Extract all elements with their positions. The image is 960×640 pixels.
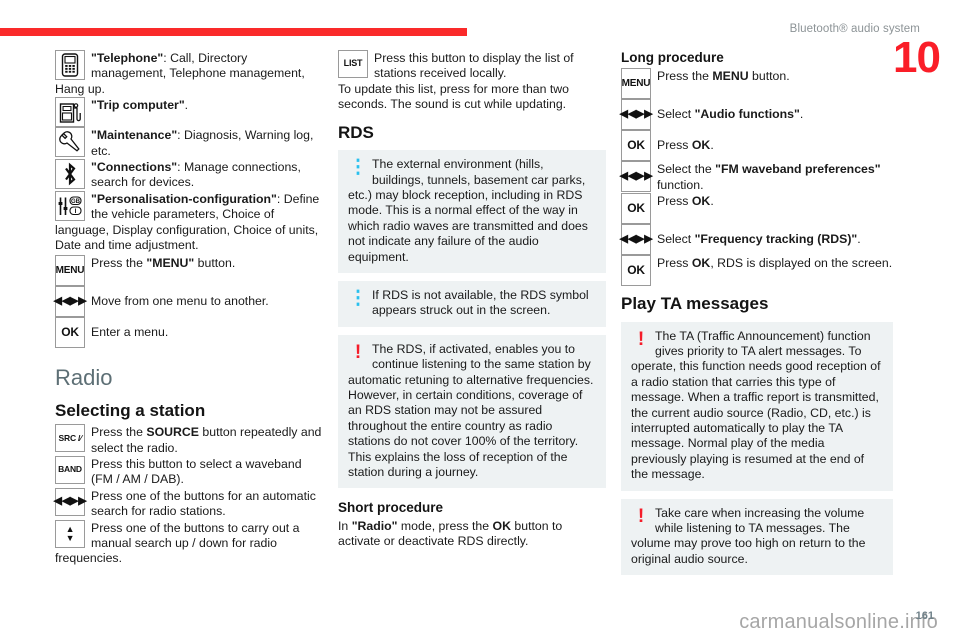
note-rds-warning-text: The RDS, if activated, enables you to co… (348, 341, 594, 480)
menu-item-connections-text: "Connections": Manage connections, searc… (91, 160, 301, 190)
maintenance-wrench-icon (55, 127, 85, 158)
key-row-long-seek-audio: ◀◀▶▶ Select "Audio functions". (619, 99, 893, 131)
chapter-number: 10 (893, 33, 941, 82)
key-row-long-menu-text: Press the MENU button. (657, 69, 790, 84)
key-row-manual-search-text: Press one of the buttons to carry out a … (91, 520, 300, 551)
key-row-long-ok-2: OK Press OK. (621, 193, 893, 224)
list-key[interactable]: LIST (338, 50, 368, 78)
list-runon-text: To update this list, press for more than… (338, 81, 570, 112)
heading-rds: RDS (338, 122, 374, 142)
key-row-long-ok-1-text: Press OK. (657, 138, 714, 153)
svg-text:GB: GB (71, 199, 81, 205)
key-row-menu: MENU Press the "MENU" button. (55, 255, 323, 287)
heading-short-procedure: Short procedure (338, 500, 444, 516)
telephone-icon (55, 50, 85, 80)
note-rds-unavailable-text: If RDS is not available, the RDS symbol … (372, 288, 589, 318)
personalisation-configuration-icon: GB I (55, 190, 85, 221)
warning-icon: ! (354, 341, 362, 363)
key-row-ok: OK Enter a menu. (55, 317, 323, 349)
key-row-long-seek-fm: ◀◀▶▶ Select the "FM waveband preferences… (619, 161, 893, 193)
note-ta-volume-text: Take care when increasing the volume whi… (631, 505, 866, 566)
header-rule (0, 28, 467, 36)
ok-key[interactable]: OK (621, 193, 651, 224)
key-row-long-menu: MENU Press the MENU button. (621, 68, 893, 100)
warning-icon: ! (637, 328, 645, 350)
key-row-long-seek-audio-text: Select "Audio functions". (657, 107, 804, 122)
note-ta-function: ! The TA (Traffic Announcement) function… (621, 321, 893, 491)
menu-item-trip-computer: "Trip computer". (55, 97, 323, 128)
key-row-long-ok-2-text: Press OK. (657, 194, 714, 208)
column-middle: LIST Press this button to display the li… (338, 50, 606, 549)
frequencies-runon-text: frequencies. (55, 551, 122, 566)
note-ta-volume: ! Take care when increasing the volume w… (621, 498, 893, 576)
heading-selecting-a-station: Selecting a station (55, 400, 206, 420)
key-row-manual-search: ▲ ▼ Press one of the buttons to carry ou… (55, 519, 323, 552)
key-row-long-ok-1: OK Press OK. (621, 130, 893, 162)
key-row-list-text: Press this button to display the list of… (374, 51, 574, 81)
page-title-radio: Radio (55, 365, 113, 391)
note-rds-warning: ! The RDS, if activated, enables you to … (338, 334, 606, 489)
heading-play-ta-messages: Play TA messages (621, 294, 769, 313)
menu-item-maintenance-text: "Maintenance": Diagnosis, Warning log, e… (91, 128, 314, 158)
key-row-long-seek-fm-text: Select the "FM waveband preferences" fun… (657, 162, 881, 192)
ok-key[interactable]: OK (621, 130, 651, 162)
watermark: carmanualsonline.info (739, 611, 938, 633)
seek-key[interactable]: ◀◀▶▶ (619, 161, 653, 193)
column-left: "Telephone": Call, Directory management,… (53, 50, 323, 567)
menu-item-trip-computer-text: "Trip computer". (91, 98, 189, 113)
seek-key[interactable]: ◀◀▶▶ (619, 224, 653, 255)
svg-text:I: I (75, 208, 77, 215)
key-row-list: LIST Press this button to display the li… (338, 50, 606, 82)
key-row-long-ok-3-text: Press OK, RDS is displayed on the screen… (657, 256, 893, 270)
manual-page: Bluetooth® audio system 10 "Telephone": … (0, 0, 960, 640)
note-ta-function-text: The TA (Traffic Announcement) function g… (631, 328, 881, 482)
short-procedure-text: In "Radio" mode, press the OK button to … (338, 518, 563, 549)
menu-item-personalisation-text: "Personalisation-configuration": Define … (91, 191, 320, 222)
auto-search-key[interactable]: ◀◀▶▶ (53, 487, 87, 516)
note-rds-environment: ⋮ The external environment (hills, build… (338, 150, 606, 274)
ok-key[interactable]: OK (55, 317, 85, 349)
heading-long-procedure: Long procedure (621, 50, 724, 65)
key-row-long-ok-3: OK Press OK, RDS is displayed on the scr… (621, 255, 893, 286)
personalisation-runon-text: language, Display configuration, Choice … (55, 222, 319, 253)
menu-item-telephone-text: "Telephone": Call, Directory management,… (91, 51, 305, 81)
key-row-long-seek-freq-text: Select "Frequency tracking (RDS)". (657, 232, 861, 246)
telephone-runon-text: Hang up. (55, 81, 105, 96)
ok-key[interactable]: OK (621, 255, 651, 286)
bluetooth-icon (55, 159, 85, 190)
info-icon: ⋮ (348, 288, 368, 310)
manual-search-key[interactable]: ▲ ▼ (55, 519, 85, 548)
note-rds-environment-text: The external environment (hills, buildin… (348, 157, 588, 264)
key-row-source: SRC /∕ Press the SOURCE button repeatedl… (55, 424, 323, 456)
source-key[interactable]: SRC /∕ (55, 424, 85, 453)
menu-key[interactable]: MENU (621, 68, 651, 100)
trip-computer-icon (55, 97, 85, 128)
menu-key[interactable]: MENU (55, 255, 85, 287)
warning-icon: ! (637, 505, 645, 527)
band-key[interactable]: BAND (55, 456, 85, 485)
key-row-auto-search: ◀◀▶▶ Press one of the buttons for an aut… (53, 487, 323, 520)
seek-key[interactable]: ◀◀▶▶ (619, 99, 653, 131)
key-row-menu-text: Press the "MENU" button. (91, 256, 236, 271)
column-right: Long procedure MENU Press the MENU butto… (619, 50, 893, 583)
key-row-band: BAND Press this button to select a waveb… (55, 456, 323, 488)
key-row-ok-text: Enter a menu. (91, 325, 169, 340)
down-arrow-icon: ▼ (65, 532, 75, 543)
key-row-seek-text: Move from one menu to another. (91, 294, 269, 309)
key-row-seek: ◀◀▶▶ Move from one menu to another. (53, 286, 323, 318)
key-row-band-text: Press this button to select a waveband (… (91, 457, 302, 487)
key-row-source-text: Press the SOURCE button repeatedly and s… (91, 425, 322, 455)
menu-item-personalisation: GB I "Personalisation-configuration": De… (55, 190, 323, 223)
menu-item-maintenance: "Maintenance": Diagnosis, Warning log, e… (55, 127, 323, 159)
menu-item-telephone: "Telephone": Call, Directory management,… (55, 50, 323, 82)
note-rds-unavailable: ⋮ If RDS is not available, the RDS symbo… (338, 281, 606, 327)
info-icon: ⋮ (348, 157, 368, 179)
key-row-long-seek-freq: ◀◀▶▶ Select "Frequency tracking (RDS)". (619, 224, 893, 255)
menu-item-connections: "Connections": Manage connections, searc… (55, 159, 323, 191)
page-number: 161 (915, 610, 934, 622)
key-row-auto-search-text: Press one of the buttons for an automati… (91, 488, 316, 519)
seek-key[interactable]: ◀◀▶▶ (53, 286, 87, 318)
